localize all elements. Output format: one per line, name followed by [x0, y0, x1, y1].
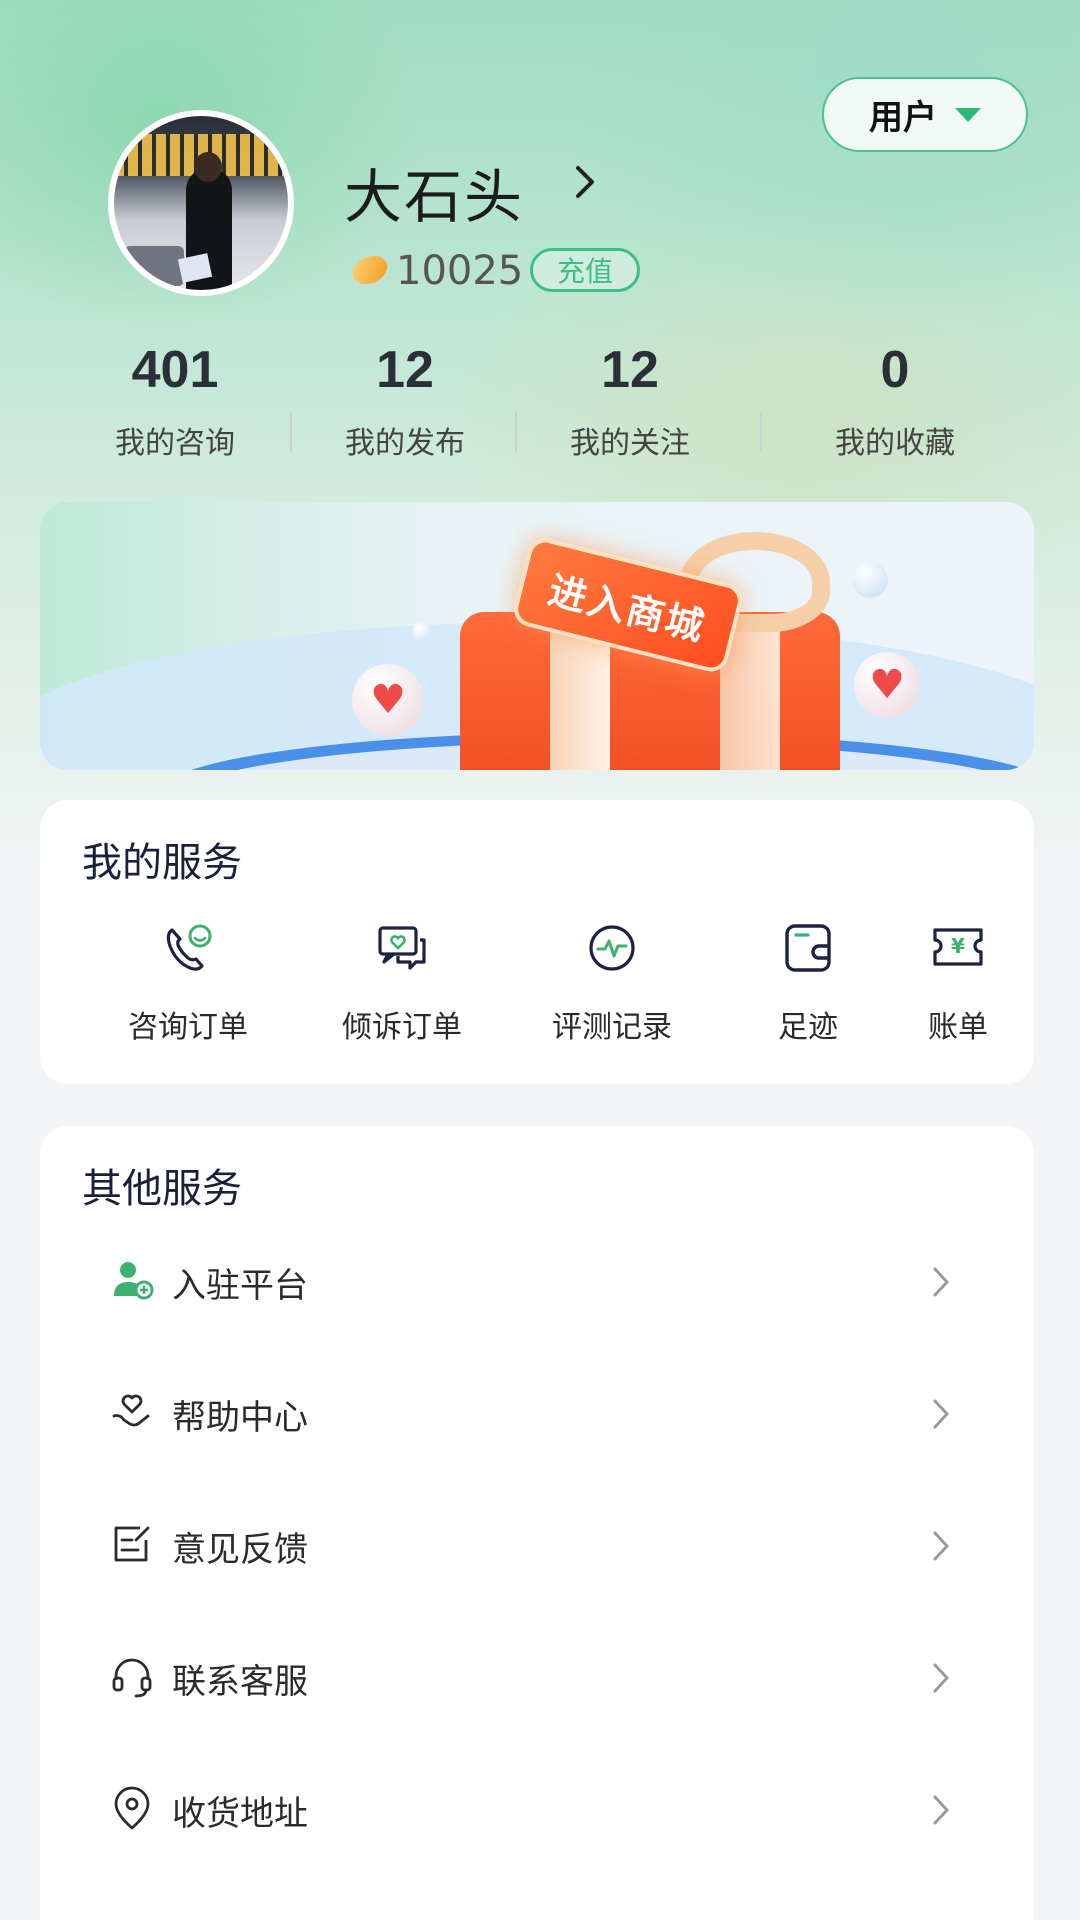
footprint-icon — [785, 924, 831, 972]
service-label: 足迹 — [778, 1010, 838, 1045]
role-switch-dropdown[interactable]: 用户 — [822, 77, 1028, 152]
recharge-button[interactable]: 充值 — [530, 248, 640, 292]
chevron-right-icon — [933, 1399, 949, 1429]
menu-item-customer-service[interactable]: 联系客服 — [40, 1610, 1034, 1742]
chevron-right-icon — [933, 1267, 949, 1297]
stat-label: 我的收藏 — [835, 426, 955, 461]
service-label: 倾诉订单 — [342, 1010, 462, 1045]
other-services-card: 其他服务 入驻平台 帮助中心 意见反馈 联系客服 收货地址 — [40, 1126, 1034, 1920]
stat-consultations[interactable]: 401 我的咨询 — [100, 340, 250, 462]
menu-item-label: 入驻平台 — [172, 1266, 308, 1306]
location-icon — [114, 1786, 150, 1830]
phone-smile-icon — [166, 924, 212, 971]
coin-balance: 10025 — [396, 248, 524, 294]
service-evaluation-records[interactable]: 评测记录 — [522, 920, 702, 1046]
service-label: 咨询订单 — [128, 1010, 248, 1045]
pulse-icon — [589, 925, 635, 971]
menu-item-label: 意见反馈 — [172, 1530, 308, 1570]
service-talk-orders[interactable]: 倾诉订单 — [312, 920, 492, 1046]
feedback-icon — [114, 1526, 150, 1562]
stat-label: 我的咨询 — [115, 426, 235, 461]
menu-item-label: 联系客服 — [172, 1662, 308, 1702]
svg-text:¥: ¥ — [951, 934, 965, 958]
menu-item-join-platform[interactable]: 入驻平台 — [40, 1214, 1034, 1346]
menu-item-help-center[interactable]: 帮助中心 — [40, 1346, 1034, 1478]
stat-value: 12 — [376, 341, 434, 399]
headset-icon — [112, 1658, 152, 1698]
bill-icon: ¥ — [933, 928, 983, 966]
stat-posts[interactable]: 12 我的发布 — [330, 340, 480, 462]
service-label: 评测记录 — [552, 1010, 672, 1045]
section-title: 其他服务 — [82, 1166, 242, 1212]
triangle-down-icon — [955, 107, 981, 122]
mall-banner[interactable]: 进入商城 ♥ ♥ — [40, 502, 1034, 770]
chevron-right-icon — [933, 1795, 949, 1825]
heart-bubble-icon: ♥ — [352, 664, 424, 736]
chevron-right-icon — [933, 1663, 949, 1693]
divider — [290, 412, 292, 452]
service-bills[interactable]: ¥ 账单 — [908, 920, 1008, 1046]
menu-item-label: 收货地址 — [172, 1794, 308, 1834]
stats-bar: 401 我的咨询 12 我的发布 12 我的关注 0 我的收藏 — [60, 340, 1020, 490]
heart-bubble-icon: ♥ — [854, 652, 920, 718]
stat-following[interactable]: 12 我的关注 — [555, 340, 705, 462]
chevron-right-icon — [933, 1531, 949, 1561]
service-consult-orders[interactable]: 咨询订单 — [98, 920, 278, 1046]
stat-favorites[interactable]: 0 我的收藏 — [820, 340, 970, 462]
avatar[interactable] — [108, 110, 294, 296]
user-name[interactable]: 大石头 — [344, 150, 524, 234]
divider — [515, 412, 517, 452]
menu-item-label: 帮助中心 — [172, 1398, 308, 1438]
stat-value: 0 — [880, 341, 910, 399]
stat-label: 我的发布 — [345, 426, 465, 461]
my-services-card: 我的服务 咨询订单 倾诉订单 评测记录 足迹 ¥ 账单 — [40, 800, 1034, 1084]
role-label: 用户 — [869, 98, 937, 138]
stat-value: 401 — [131, 341, 219, 399]
chevron-right-icon[interactable] — [570, 162, 600, 202]
menu-item-shipping-address[interactable]: 收货地址 — [40, 1742, 1034, 1874]
stat-value: 12 — [601, 341, 659, 399]
heart-hand-icon — [112, 1394, 150, 1427]
chat-heart-icon — [378, 926, 426, 970]
stat-label: 我的关注 — [570, 426, 690, 461]
user-add-icon — [114, 1262, 154, 1300]
divider — [760, 412, 762, 452]
service-footprint[interactable]: 足迹 — [718, 920, 898, 1046]
section-title: 我的服务 — [82, 840, 242, 886]
service-label: 账单 — [928, 1010, 988, 1045]
menu-item-feedback[interactable]: 意见反馈 — [40, 1478, 1034, 1610]
